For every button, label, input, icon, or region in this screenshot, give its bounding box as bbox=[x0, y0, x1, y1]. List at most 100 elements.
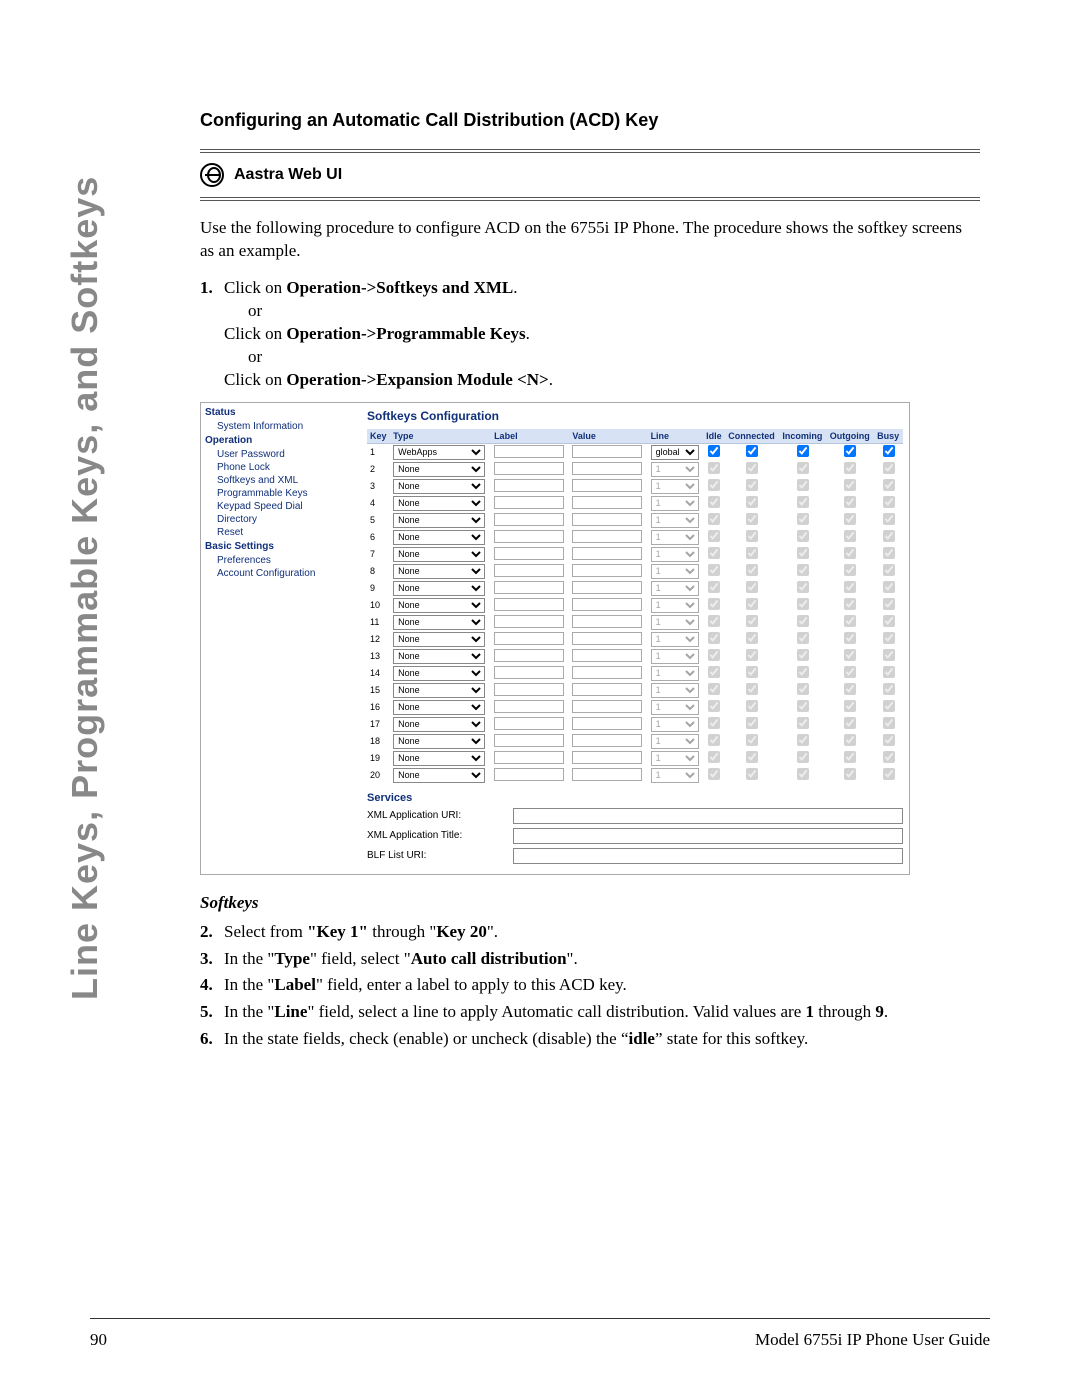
incoming-checkbox[interactable] bbox=[797, 479, 809, 491]
sidebar-item-system-information[interactable]: System Information bbox=[205, 420, 357, 433]
connected-checkbox[interactable] bbox=[746, 581, 758, 593]
type-select[interactable]: None bbox=[393, 581, 485, 596]
idle-checkbox[interactable] bbox=[708, 581, 720, 593]
outgoing-checkbox[interactable] bbox=[844, 530, 856, 542]
busy-checkbox[interactable] bbox=[883, 649, 895, 661]
value-input[interactable] bbox=[572, 581, 642, 594]
line-select[interactable]: 1 bbox=[651, 717, 699, 732]
busy-checkbox[interactable] bbox=[883, 717, 895, 729]
connected-checkbox[interactable] bbox=[746, 462, 758, 474]
connected-checkbox[interactable] bbox=[746, 615, 758, 627]
busy-checkbox[interactable] bbox=[883, 581, 895, 593]
outgoing-checkbox[interactable] bbox=[844, 547, 856, 559]
value-input[interactable] bbox=[572, 768, 642, 781]
busy-checkbox[interactable] bbox=[883, 598, 895, 610]
connected-checkbox[interactable] bbox=[746, 683, 758, 695]
sidebar-item-directory[interactable]: Directory bbox=[205, 513, 357, 526]
value-input[interactable] bbox=[572, 547, 642, 560]
line-select[interactable]: 1 bbox=[651, 462, 699, 477]
line-select[interactable]: 1 bbox=[651, 632, 699, 647]
line-select[interactable]: 1 bbox=[651, 479, 699, 494]
incoming-checkbox[interactable] bbox=[797, 513, 809, 525]
value-input[interactable] bbox=[572, 530, 642, 543]
sidebar-item-account-configuration[interactable]: Account Configuration bbox=[205, 567, 357, 580]
outgoing-checkbox[interactable] bbox=[844, 666, 856, 678]
label-input[interactable] bbox=[494, 445, 564, 458]
busy-checkbox[interactable] bbox=[883, 564, 895, 576]
idle-checkbox[interactable] bbox=[708, 751, 720, 763]
connected-checkbox[interactable] bbox=[746, 700, 758, 712]
incoming-checkbox[interactable] bbox=[797, 768, 809, 780]
connected-checkbox[interactable] bbox=[746, 751, 758, 763]
connected-checkbox[interactable] bbox=[746, 445, 758, 457]
connected-checkbox[interactable] bbox=[746, 530, 758, 542]
incoming-checkbox[interactable] bbox=[797, 462, 809, 474]
label-input[interactable] bbox=[494, 547, 564, 560]
outgoing-checkbox[interactable] bbox=[844, 445, 856, 457]
line-select[interactable]: 1 bbox=[651, 564, 699, 579]
sidebar-item-reset[interactable]: Reset bbox=[205, 526, 357, 539]
label-input[interactable] bbox=[494, 666, 564, 679]
line-select[interactable]: 1 bbox=[651, 751, 699, 766]
line-select[interactable]: 1 bbox=[651, 666, 699, 681]
outgoing-checkbox[interactable] bbox=[844, 717, 856, 729]
outgoing-checkbox[interactable] bbox=[844, 598, 856, 610]
sidebar-item-keypad-speed-dial[interactable]: Keypad Speed Dial bbox=[205, 500, 357, 513]
connected-checkbox[interactable] bbox=[746, 598, 758, 610]
incoming-checkbox[interactable] bbox=[797, 445, 809, 457]
connected-checkbox[interactable] bbox=[746, 496, 758, 508]
value-input[interactable] bbox=[572, 683, 642, 696]
sidebar-item-softkeys-xml[interactable]: Softkeys and XML bbox=[205, 474, 357, 487]
idle-checkbox[interactable] bbox=[708, 717, 720, 729]
connected-checkbox[interactable] bbox=[746, 547, 758, 559]
line-select[interactable]: 1 bbox=[651, 513, 699, 528]
busy-checkbox[interactable] bbox=[883, 479, 895, 491]
busy-checkbox[interactable] bbox=[883, 445, 895, 457]
idle-checkbox[interactable] bbox=[708, 768, 720, 780]
line-select[interactable]: 1 bbox=[651, 547, 699, 562]
idle-checkbox[interactable] bbox=[708, 445, 720, 457]
value-input[interactable] bbox=[572, 751, 642, 764]
idle-checkbox[interactable] bbox=[708, 547, 720, 559]
outgoing-checkbox[interactable] bbox=[844, 513, 856, 525]
busy-checkbox[interactable] bbox=[883, 632, 895, 644]
label-input[interactable] bbox=[494, 649, 564, 662]
idle-checkbox[interactable] bbox=[708, 462, 720, 474]
value-input[interactable] bbox=[572, 513, 642, 526]
incoming-checkbox[interactable] bbox=[797, 666, 809, 678]
value-input[interactable] bbox=[572, 666, 642, 679]
outgoing-checkbox[interactable] bbox=[844, 581, 856, 593]
label-input[interactable] bbox=[494, 513, 564, 526]
value-input[interactable] bbox=[572, 496, 642, 509]
idle-checkbox[interactable] bbox=[708, 564, 720, 576]
type-select[interactable]: None bbox=[393, 751, 485, 766]
busy-checkbox[interactable] bbox=[883, 615, 895, 627]
connected-checkbox[interactable] bbox=[746, 564, 758, 576]
value-input[interactable] bbox=[572, 717, 642, 730]
connected-checkbox[interactable] bbox=[746, 479, 758, 491]
busy-checkbox[interactable] bbox=[883, 513, 895, 525]
type-select[interactable]: None bbox=[393, 700, 485, 715]
outgoing-checkbox[interactable] bbox=[844, 683, 856, 695]
outgoing-checkbox[interactable] bbox=[844, 751, 856, 763]
idle-checkbox[interactable] bbox=[708, 666, 720, 678]
type-select[interactable]: None bbox=[393, 547, 485, 562]
label-input[interactable] bbox=[494, 615, 564, 628]
idle-checkbox[interactable] bbox=[708, 530, 720, 542]
label-input[interactable] bbox=[494, 598, 564, 611]
incoming-checkbox[interactable] bbox=[797, 496, 809, 508]
incoming-checkbox[interactable] bbox=[797, 581, 809, 593]
outgoing-checkbox[interactable] bbox=[844, 649, 856, 661]
incoming-checkbox[interactable] bbox=[797, 700, 809, 712]
incoming-checkbox[interactable] bbox=[797, 547, 809, 559]
label-input[interactable] bbox=[494, 768, 564, 781]
sidebar-item-phone-lock[interactable]: Phone Lock bbox=[205, 461, 357, 474]
line-select[interactable]: 1 bbox=[651, 615, 699, 630]
label-input[interactable] bbox=[494, 632, 564, 645]
label-input[interactable] bbox=[494, 683, 564, 696]
outgoing-checkbox[interactable] bbox=[844, 462, 856, 474]
value-input[interactable] bbox=[572, 700, 642, 713]
line-select[interactable]: global bbox=[651, 445, 699, 460]
label-input[interactable] bbox=[494, 700, 564, 713]
type-select[interactable]: None bbox=[393, 768, 485, 783]
